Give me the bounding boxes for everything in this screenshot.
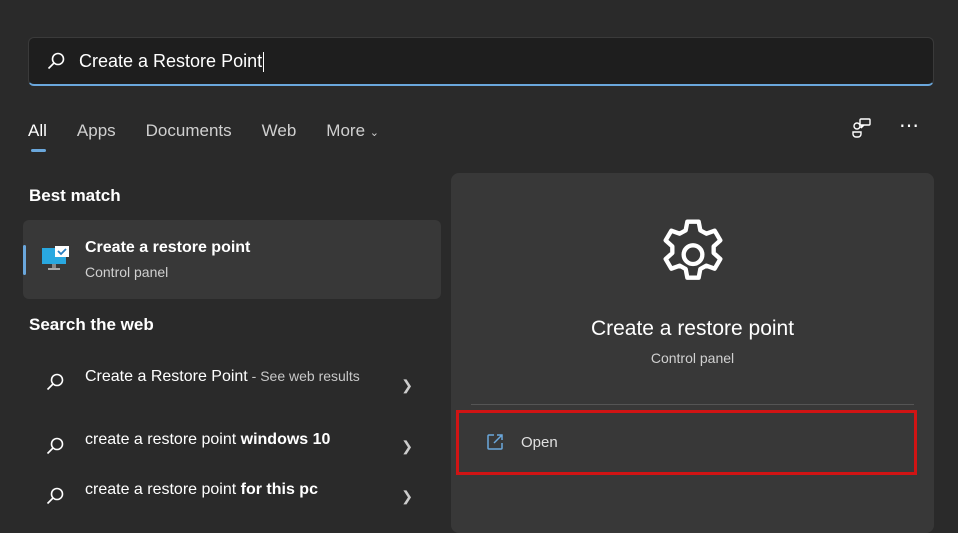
open-button[interactable]: Open xyxy=(456,410,917,475)
preview-panel: Create a restore point Control panel xyxy=(451,173,934,533)
best-match-subtitle: Control panel xyxy=(85,264,169,280)
web-result-bold: for this pc xyxy=(240,481,318,498)
chevron-right-icon: ❯ xyxy=(401,488,413,504)
web-result-suffix: - See web results xyxy=(247,368,360,384)
web-result-text: create a restore point xyxy=(85,431,241,448)
gear-icon xyxy=(653,213,733,302)
tab-more[interactable]: More ⌄ xyxy=(326,121,379,141)
web-result-item[interactable]: create a restore point windows 10 ❯ xyxy=(23,424,441,468)
control-panel-icon xyxy=(41,246,71,277)
search-web-heading: Search the web xyxy=(29,315,154,334)
tab-apps[interactable]: Apps xyxy=(77,121,116,141)
web-result-text: create a restore point xyxy=(85,481,241,498)
chevron-right-icon: ❯ xyxy=(401,438,413,454)
best-match-title: Create a restore point xyxy=(85,239,251,256)
divider xyxy=(471,404,914,405)
preview-title: Create a restore point xyxy=(590,317,795,340)
search-icon xyxy=(46,487,64,510)
open-external-icon xyxy=(486,433,504,456)
best-match-item[interactable]: Create a restore point Control panel xyxy=(23,220,441,299)
preview-subtitle: Control panel xyxy=(650,350,735,366)
web-result-item[interactable]: Create a Restore Point - See web results… xyxy=(23,360,441,414)
open-label: Open xyxy=(521,434,558,451)
tab-all[interactable]: All xyxy=(28,121,47,152)
search-input[interactable]: Create a Restore Point xyxy=(79,51,265,73)
web-result-item[interactable]: create a restore point for this pc ❯ xyxy=(23,474,441,518)
search-icon xyxy=(47,52,65,75)
selection-indicator xyxy=(23,245,26,275)
web-result-text: Create a Restore Point xyxy=(85,368,248,385)
chevron-right-icon: ❯ xyxy=(401,377,413,393)
search-box[interactable]: Create a Restore Point xyxy=(28,37,934,86)
feedback-icon[interactable] xyxy=(851,117,873,144)
tab-web[interactable]: Web xyxy=(262,121,297,141)
tab-documents[interactable]: Documents xyxy=(146,121,232,141)
filter-tabs: All Apps Documents Web More ⌄ xyxy=(28,121,409,152)
chevron-down-icon: ⌄ xyxy=(369,127,379,139)
search-icon xyxy=(46,373,64,396)
best-match-heading: Best match xyxy=(29,186,121,205)
more-options-icon[interactable]: ⋯ xyxy=(899,116,920,144)
web-result-bold: windows 10 xyxy=(240,431,331,448)
search-icon xyxy=(46,437,64,460)
